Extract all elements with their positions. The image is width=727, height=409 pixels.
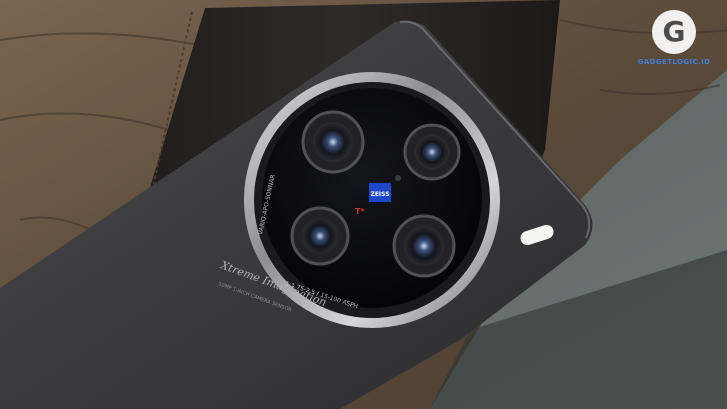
photo-scene: ZEISS T* 1:1.75-2.5 / 15-100 ASPH VARIO-…	[0, 0, 727, 409]
laser-sensor	[395, 175, 401, 181]
t-star-marking: T*	[355, 207, 365, 216]
lens-top-left	[301, 110, 365, 174]
watermark-site-text: GADGETLOGIC.ID	[637, 58, 711, 66]
lens-bottom-left	[290, 206, 350, 266]
zeiss-badge-text: ZEISS	[370, 191, 389, 198]
gadgetlogic-watermark: G GADGETLOGIC.ID	[635, 10, 713, 76]
lens-bottom-right	[392, 214, 456, 278]
watermark-logo-badge: G	[652, 10, 696, 54]
lens-top-right	[403, 123, 461, 181]
